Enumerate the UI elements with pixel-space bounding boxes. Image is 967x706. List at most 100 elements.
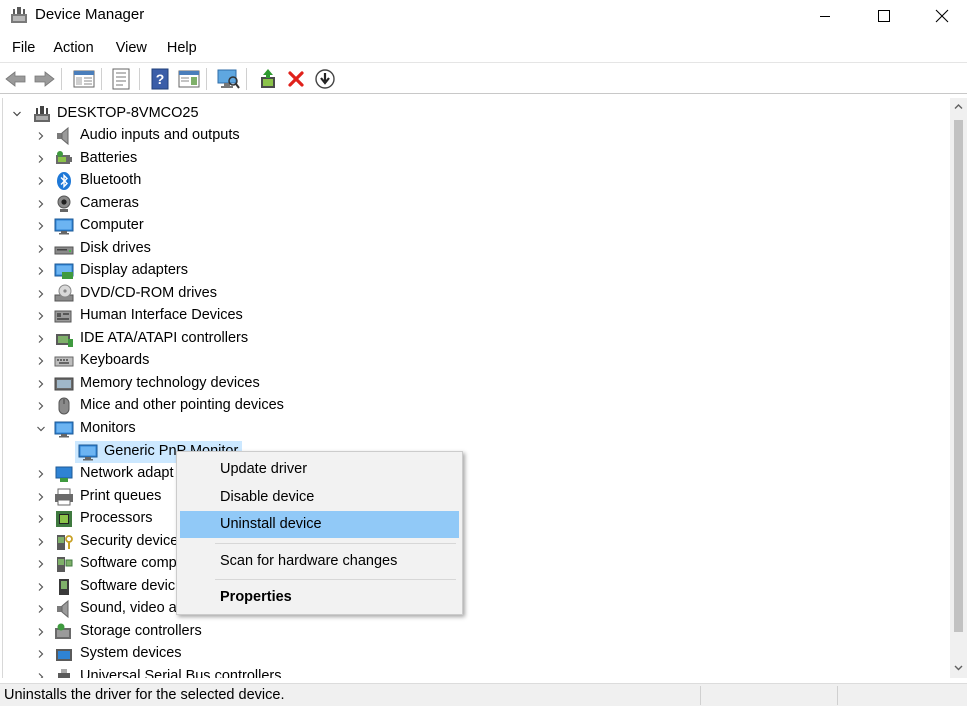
tree-category-label: Memory technology devices <box>80 375 260 391</box>
maximize-button[interactable] <box>855 0 913 32</box>
expand-chevron-icon[interactable] <box>35 603 47 615</box>
tree-category-label: Print queues <box>80 487 162 504</box>
expand-chevron-icon[interactable] <box>35 581 47 593</box>
enable-device-button[interactable] <box>313 67 337 91</box>
tree-category-label: Display adapters <box>80 262 188 278</box>
expand-chevron-icon[interactable] <box>35 671 47 678</box>
status-text: Uninstalls the driver for the selected d… <box>4 687 285 703</box>
bluetooth-icon <box>57 172 71 190</box>
menu-file[interactable]: File <box>0 36 45 62</box>
tree-category-storage-controllers[interactable]: Storage controllers <box>3 621 483 643</box>
tree-category-audio-inputs-and-outputs[interactable]: Audio inputs and outputs <box>3 125 483 147</box>
status-divider <box>700 686 701 705</box>
expand-chevron-icon[interactable] <box>35 513 47 525</box>
title-bar: Device Manager <box>0 0 967 32</box>
show-hide-console-tree-button[interactable] <box>72 67 96 91</box>
properties-icon <box>112 68 130 90</box>
tree-category-memory-technology-devices[interactable]: Memory technology devices <box>3 373 483 395</box>
tree-category-label: Universal Serial Bus controllers <box>80 667 282 679</box>
expand-chevron-icon[interactable] <box>35 468 47 480</box>
context-menu-scan-hardware[interactable]: Scan for hardware changes <box>180 548 459 575</box>
back-button[interactable] <box>4 67 28 91</box>
scan-hardware-button[interactable] <box>216 67 240 91</box>
collapse-chevron-icon[interactable] <box>11 108 23 120</box>
tree-category-monitors[interactable]: Monitors <box>3 418 483 440</box>
context-menu-properties[interactable]: Properties <box>180 584 459 611</box>
processor-icon <box>56 510 72 527</box>
tree-category-label: Bluetooth <box>80 172 142 188</box>
tree-category-system-devices[interactable]: System devices <box>3 643 483 665</box>
chevron-up-icon <box>954 104 963 109</box>
monitor-icon <box>54 421 74 438</box>
expand-chevron-icon[interactable] <box>35 153 47 165</box>
update-driver-button[interactable] <box>256 67 280 91</box>
expand-chevron-icon[interactable] <box>35 198 47 210</box>
tree-category-batteries[interactable]: Batteries <box>3 148 483 170</box>
tree-category-dvd-cd-rom-drives[interactable]: DVD/CD-ROM drives <box>3 283 483 305</box>
expand-chevron-icon[interactable] <box>35 310 47 322</box>
tree-category-label: Monitors <box>80 420 136 436</box>
tree-category-ide-ata-atapi-controllers[interactable]: IDE ATA/ATAPI controllers <box>3 328 483 350</box>
menu-action[interactable]: Action <box>45 36 103 62</box>
tree-category-display-adapters[interactable]: Display adapters <box>3 260 483 282</box>
expand-chevron-icon[interactable] <box>35 626 47 638</box>
tree-root[interactable]: DESKTOP-8VMCO25 <box>3 103 303 125</box>
expand-chevron-icon[interactable] <box>35 558 47 570</box>
expand-chevron-icon[interactable] <box>35 491 47 503</box>
dvd-drive-icon <box>54 284 74 302</box>
properties-button[interactable] <box>109 67 133 91</box>
vertical-scrollbar[interactable] <box>950 98 967 678</box>
toolbar: ? <box>0 62 967 94</box>
tree-category-label: Computer <box>80 217 144 233</box>
scroll-down-button[interactable] <box>950 659 967 676</box>
context-menu-update-driver[interactable]: Update driver <box>180 456 459 483</box>
expand-chevron-icon[interactable] <box>35 243 47 255</box>
context-menu-disable-device[interactable]: Disable device <box>180 484 459 511</box>
expand-chevron-icon[interactable] <box>35 378 47 390</box>
close-button[interactable] <box>913 0 967 32</box>
expand-chevron-icon[interactable] <box>35 355 47 367</box>
action-pane-button[interactable] <box>177 67 201 91</box>
expand-chevron-icon[interactable] <box>35 648 47 660</box>
tree-category-disk-drives[interactable]: Disk drives <box>3 238 483 260</box>
expand-chevron-icon[interactable] <box>35 265 47 277</box>
menu-help[interactable]: Help <box>157 36 207 62</box>
disk-drive-icon <box>54 246 74 255</box>
expand-chevron-icon[interactable] <box>35 220 47 232</box>
battery-icon <box>56 151 72 164</box>
context-menu-uninstall-device[interactable]: Uninstall device <box>180 511 459 538</box>
context-menu: Update driver Disable device Uninstall d… <box>176 451 463 615</box>
tree-category-computer[interactable]: Computer <box>3 215 483 237</box>
tree-category-universal-serial-bus-controllers[interactable]: Universal Serial Bus controllers <box>3 666 483 679</box>
scrollbar-thumb[interactable] <box>954 120 963 632</box>
printer-icon <box>55 488 73 505</box>
system-devices-icon <box>56 648 72 661</box>
forward-button[interactable] <box>32 67 56 91</box>
expand-chevron-icon[interactable] <box>35 130 47 142</box>
tree-category-cameras[interactable]: Cameras <box>3 193 483 215</box>
show-hide-console-tree-icon <box>73 70 95 88</box>
context-menu-separator <box>215 579 456 580</box>
close-icon <box>935 9 949 23</box>
software-device-icon <box>59 578 69 595</box>
chevron-down-icon <box>954 665 963 671</box>
tree-category-label: Software devic <box>80 577 176 594</box>
computer-root-icon <box>34 106 50 122</box>
ide-controller-icon <box>56 334 73 347</box>
expand-chevron-icon[interactable] <box>35 175 47 187</box>
minimize-button[interactable] <box>796 0 854 32</box>
expand-chevron-icon[interactable] <box>35 400 47 412</box>
help-button[interactable]: ? <box>148 67 172 91</box>
uninstall-device-button[interactable] <box>284 67 308 91</box>
tree-category-mice-and-other-pointing-devices[interactable]: Mice and other pointing devices <box>3 395 483 417</box>
tree-category-human-interface-devices[interactable]: Human Interface Devices <box>3 305 483 327</box>
menu-view[interactable]: View <box>104 36 157 62</box>
expand-chevron-icon[interactable] <box>35 536 47 548</box>
expand-chevron-icon[interactable] <box>35 333 47 345</box>
tree-category-bluetooth[interactable]: Bluetooth <box>3 170 483 192</box>
expand-chevron-icon[interactable] <box>35 288 47 300</box>
tree-category-keyboards[interactable]: Keyboards <box>3 350 483 372</box>
scroll-up-button[interactable] <box>950 98 967 115</box>
tree-category-label: Network adapt <box>80 464 174 481</box>
collapse-chevron-icon[interactable] <box>35 423 47 435</box>
